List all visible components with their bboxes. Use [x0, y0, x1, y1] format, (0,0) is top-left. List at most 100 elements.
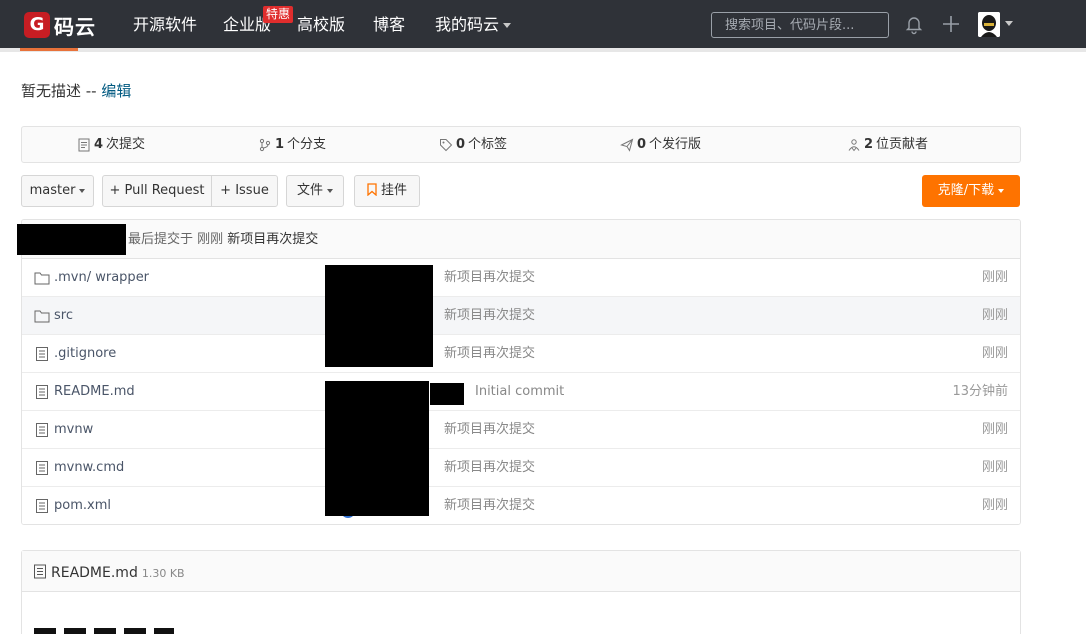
contributors-icon — [848, 138, 860, 151]
file-commit-message[interactable]: 新项目再次提交 — [444, 449, 535, 487]
stat-contributors-label: 位贡献者 — [876, 137, 929, 152]
readme-header: README.md 1.30 KB — [22, 551, 1020, 592]
file-commit-message[interactable]: 新项目再次提交 — [444, 487, 535, 524]
file-icon — [36, 499, 48, 513]
stat-commits[interactable]: 4 次提交 — [77, 127, 145, 162]
file-commit-time: 刚刚 — [981, 460, 1008, 475]
widget-button-label: 挂件 — [380, 183, 407, 198]
redacted-block — [17, 224, 126, 255]
search-input[interactable] — [711, 12, 889, 38]
redacted-block — [325, 265, 433, 367]
last-commit-prefix: 最后提交于 刚刚 — [128, 232, 228, 247]
bell-icon[interactable] — [903, 13, 925, 35]
chevron-down-icon — [503, 23, 512, 28]
file-commit-time: 刚刚 — [981, 308, 1008, 323]
promo-badge: 特惠 — [263, 6, 294, 23]
pull-request-button[interactable]: + Pull Request — [102, 175, 212, 207]
clone-download-label: 克隆/下载 — [937, 183, 995, 198]
folder-icon — [34, 310, 50, 323]
bookmark-icon — [367, 183, 377, 197]
user-avatar[interactable] — [978, 12, 1000, 37]
readme-panel: README.md 1.30 KB — [21, 550, 1021, 634]
commit-icon — [78, 138, 90, 151]
stat-releases-label: 个发行版 — [649, 137, 702, 152]
readme-heading-cutoff — [34, 628, 174, 634]
file-commit-message[interactable]: 新项目再次提交 — [444, 411, 535, 449]
issue-button[interactable]: + Issue — [211, 175, 278, 207]
stat-contributors[interactable]: 2 位贡献者 — [847, 127, 928, 162]
file-name-link[interactable]: .mvn/ wrapper — [54, 259, 149, 297]
stat-tags-count: 0 — [456, 137, 466, 152]
file-name-link[interactable]: README.md — [54, 373, 135, 411]
file-name-link[interactable]: mvnw.cmd — [54, 449, 124, 487]
stat-branches[interactable]: 1 个分支 — [258, 127, 326, 162]
tag-icon — [440, 138, 453, 151]
file-commit-message[interactable]: 新项目再次提交 — [444, 335, 535, 373]
file-commit-message[interactable]: Initial commit — [475, 373, 564, 411]
chevron-down-icon — [327, 188, 333, 193]
clone-download-button[interactable]: 克隆/下载 — [922, 175, 1020, 207]
stat-tags[interactable]: 0 个标签 — [439, 127, 507, 162]
file-commit-message[interactable]: 新项目再次提交 — [444, 259, 535, 297]
file-commit-time: 刚刚 — [981, 270, 1008, 285]
stat-branches-count: 1 — [275, 137, 285, 152]
file-icon — [36, 385, 48, 399]
redacted-block — [430, 383, 464, 405]
file-row[interactable]: .gitignore 新项目再次提交 刚刚 — [22, 335, 1020, 373]
last-commit-message[interactable]: 新项目再次提交 — [227, 232, 318, 247]
logo-mark-icon: G — [24, 12, 50, 38]
file-row[interactable]: src 新项目再次提交 刚刚 — [22, 297, 1020, 335]
file-row[interactable]: README.md Initial commit 13分钟前 — [22, 373, 1020, 411]
description-text: 暂无描述 -- — [21, 82, 102, 100]
branch-icon — [259, 138, 271, 151]
branch-select[interactable]: master — [21, 175, 94, 207]
last-commit-info: 最后提交于 刚刚 新项目再次提交 — [128, 220, 318, 259]
file-commit-time: 13分钟前 — [952, 384, 1008, 399]
branch-select-label: master — [29, 183, 76, 198]
file-icon — [36, 347, 48, 361]
nav-open-source[interactable]: 开源软件 — [133, 14, 197, 36]
file-row[interactable]: mvnw.cmd 新项目再次提交 刚刚 — [22, 449, 1020, 487]
file-row[interactable]: mvnw 新项目再次提交 刚刚 — [22, 411, 1020, 449]
file-icon — [34, 564, 46, 579]
stat-tags-label: 个标签 — [468, 137, 508, 152]
nav-education[interactable]: 高校版 — [297, 14, 345, 36]
active-tab-indicator — [20, 48, 78, 51]
stat-releases-count: 0 — [637, 137, 647, 152]
readme-filename: README.md — [51, 565, 138, 581]
plus-icon[interactable] — [940, 13, 962, 35]
file-name-link[interactable]: .gitignore — [54, 335, 116, 373]
file-commit-message[interactable]: 新项目再次提交 — [444, 297, 535, 335]
files-menu-button[interactable]: 文件 — [286, 175, 344, 207]
redacted-block — [325, 381, 429, 516]
file-name-link[interactable]: src — [54, 297, 73, 335]
edit-description-link[interactable]: 编辑 — [101, 82, 131, 100]
last-commit-header: 最后提交于 刚刚 新项目再次提交 — [22, 220, 1020, 259]
file-name-link[interactable]: pom.xml — [54, 487, 111, 524]
readme-size: 1.30 KB — [141, 567, 185, 580]
widget-button[interactable]: 挂件 — [354, 175, 420, 207]
file-commit-time: 刚刚 — [981, 498, 1008, 513]
stat-releases[interactable]: 0 个发行版 — [620, 127, 701, 162]
file-icon — [36, 461, 48, 475]
nav-blog[interactable]: 博客 — [373, 14, 405, 36]
user-menu-chevron-icon[interactable] — [1005, 21, 1013, 26]
files-menu-label: 文件 — [296, 183, 323, 198]
nav-my-gitee-label: 我的码云 — [435, 15, 500, 34]
file-row[interactable]: pom.xml 新项目再次提交 刚刚 — [22, 487, 1020, 524]
file-row[interactable]: .mvn/ wrapper 新项目再次提交 刚刚 — [22, 259, 1020, 297]
stat-commits-label: 次提交 — [106, 137, 146, 152]
stat-commits-count: 4 — [94, 137, 104, 152]
navbar-divider — [0, 48, 1086, 52]
chevron-down-icon — [79, 188, 86, 193]
nav-my-gitee[interactable]: 我的码云 — [435, 14, 512, 36]
gitee-logo[interactable]: G 码云 — [24, 12, 96, 39]
chevron-down-icon — [998, 188, 1005, 193]
file-commit-time: 刚刚 — [981, 422, 1008, 437]
stat-contributors-count: 2 — [864, 137, 874, 152]
file-commit-time: 刚刚 — [981, 346, 1008, 361]
folder-icon — [34, 272, 50, 285]
file-name-link[interactable]: mvnw — [54, 411, 93, 449]
release-icon — [620, 138, 634, 152]
repo-stats-bar: 4 次提交 1 个分支 0 个标签 0 个发行版 2 位贡献者 — [21, 126, 1021, 163]
